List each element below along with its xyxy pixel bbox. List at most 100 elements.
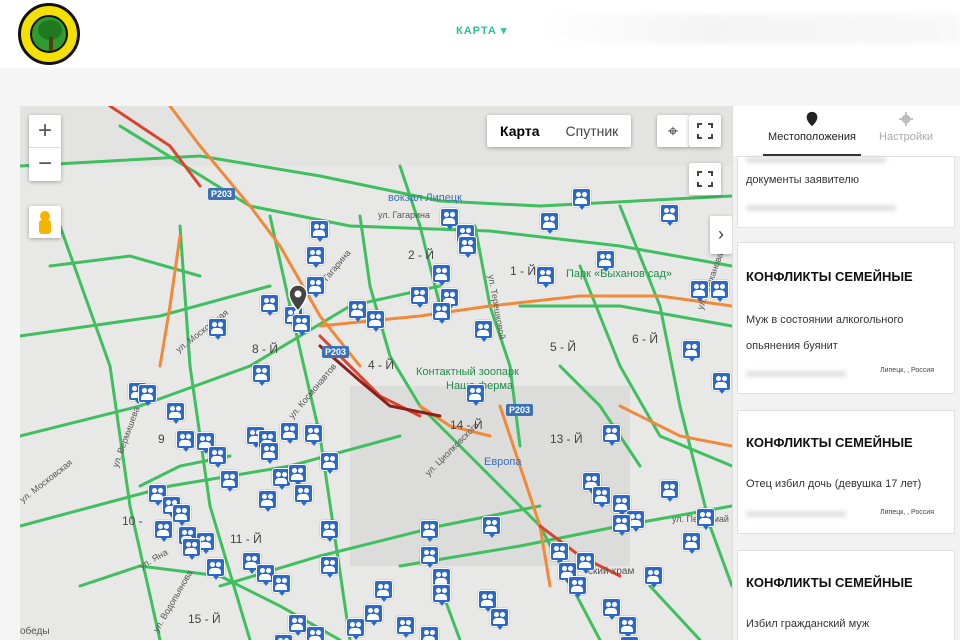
family-marker-icon[interactable] [712, 372, 731, 394]
family-marker-icon[interactable] [474, 320, 493, 342]
family-marker-icon[interactable] [206, 558, 225, 580]
family-marker-icon[interactable] [596, 250, 615, 272]
incident-card-address: Липецк, , Россия [880, 509, 934, 516]
nav-map-menu[interactable]: КАРТА ▾ [456, 24, 507, 37]
family-marker-icon[interactable] [420, 520, 439, 542]
family-marker-icon[interactable] [660, 480, 679, 502]
zoom-in-button[interactable]: + [29, 115, 61, 148]
family-marker-icon[interactable] [272, 574, 291, 596]
family-marker-icon[interactable] [346, 618, 365, 640]
family-marker-icon[interactable] [482, 516, 501, 538]
crosshair-icon[interactable]: ⌖ [657, 115, 689, 147]
map-label-district: 1 - Й [510, 264, 536, 278]
family-marker-icon[interactable] [396, 616, 415, 638]
zoom-out-button[interactable]: − [29, 148, 61, 181]
incident-card-address: Липецк, , Россия [880, 367, 934, 374]
family-marker-icon[interactable] [252, 364, 271, 386]
tab-locations[interactable]: Местоположения [763, 106, 861, 156]
map-type-satellite-button[interactable]: Спутник [553, 115, 632, 147]
family-marker-icon[interactable] [576, 552, 595, 574]
incident-card[interactable]: КОНФЛИКТЫ СЕМЕЙНЫЕ Избил гражданский муж [737, 550, 955, 640]
family-marker-icon[interactable] [696, 508, 715, 530]
family-marker-icon[interactable] [220, 470, 239, 492]
map-label-district: 10 - [122, 514, 143, 528]
family-marker-icon[interactable] [466, 384, 485, 406]
family-marker-icon[interactable] [306, 246, 325, 268]
family-marker-icon[interactable] [550, 542, 569, 564]
pegman-icon[interactable] [29, 206, 61, 238]
family-marker-icon[interactable] [306, 276, 325, 298]
incident-card-title: КОНФЛИКТЫ СЕМЕЙНЫЕ [746, 269, 913, 284]
family-marker-icon[interactable] [540, 212, 559, 234]
tab-settings[interactable]: Настройки [871, 106, 941, 156]
family-marker-icon[interactable] [690, 280, 709, 302]
family-marker-icon[interactable] [420, 546, 439, 568]
family-marker-icon[interactable] [364, 604, 383, 626]
map-pin-icon [806, 111, 818, 127]
blurred-text [746, 371, 846, 377]
blurred-nav [540, 14, 960, 44]
family-marker-icon[interactable] [682, 532, 701, 554]
family-marker-icon[interactable] [592, 486, 611, 508]
family-marker-icon[interactable] [432, 584, 451, 606]
family-marker-icon[interactable] [280, 422, 299, 444]
family-marker-icon[interactable] [310, 220, 329, 242]
family-marker-icon[interactable] [166, 402, 185, 424]
incident-card[interactable]: КОНФЛИКТЫ СЕМЕЙНЫЕ Отец избил дочь (деву… [737, 410, 955, 534]
family-marker-icon[interactable] [176, 430, 195, 452]
logo[interactable] [18, 3, 80, 65]
family-marker-icon[interactable] [294, 484, 313, 506]
family-marker-icon[interactable] [154, 520, 173, 542]
family-marker-icon[interactable] [620, 636, 639, 640]
family-marker-icon[interactable] [274, 634, 293, 640]
family-marker-icon[interactable] [320, 452, 339, 474]
map-label-district: 5 - Й [550, 340, 576, 354]
family-marker-icon[interactable] [260, 442, 279, 464]
family-marker-icon[interactable] [660, 204, 679, 226]
family-marker-icon[interactable] [432, 302, 451, 324]
family-marker-icon[interactable] [306, 626, 325, 640]
family-marker-icon[interactable] [320, 520, 339, 542]
family-marker-icon[interactable] [618, 616, 637, 638]
family-marker-icon[interactable] [568, 576, 587, 598]
family-marker-icon[interactable] [208, 318, 227, 340]
family-marker-icon[interactable] [458, 236, 477, 258]
family-marker-icon[interactable] [182, 538, 201, 560]
family-marker-icon[interactable] [490, 608, 509, 630]
family-marker-icon[interactable] [292, 314, 311, 336]
family-marker-icon[interactable] [612, 514, 631, 536]
tab-settings-label: Настройки [879, 131, 933, 143]
map-label-district: 9 [158, 432, 165, 446]
map-type-map-button[interactable]: Карта [487, 115, 553, 147]
family-marker-icon[interactable] [420, 626, 439, 640]
family-marker-icon[interactable] [208, 446, 227, 468]
incident-card[interactable]: КОНФЛИКТЫ СЕМЕЙНЫЕ Муж в состоянии алког… [737, 242, 955, 394]
family-marker-icon[interactable] [304, 424, 323, 446]
family-marker-icon[interactable] [710, 280, 729, 302]
fullscreen-icon[interactable] [689, 115, 721, 147]
map[interactable]: P203 P203 P203 вокзал Липецк ул. Гагарин… [20, 106, 732, 640]
blurred-text [746, 157, 886, 163]
family-marker-icon[interactable] [258, 490, 277, 512]
family-marker-icon[interactable] [536, 266, 555, 288]
chevron-right-icon[interactable]: › [710, 216, 732, 254]
family-marker-icon[interactable] [572, 188, 591, 210]
family-marker-icon[interactable] [374, 580, 393, 602]
family-marker-icon[interactable] [366, 310, 385, 332]
family-marker-icon[interactable] [432, 264, 451, 286]
family-marker-icon[interactable] [172, 504, 191, 526]
family-marker-icon[interactable] [682, 340, 701, 362]
family-marker-icon[interactable] [644, 566, 663, 588]
family-marker-icon[interactable] [288, 464, 307, 486]
fullscreen-icon[interactable] [689, 163, 721, 195]
family-marker-icon[interactable] [320, 556, 339, 578]
incident-card[interactable]: документы заявителю [737, 156, 955, 228]
family-marker-icon[interactable] [410, 286, 429, 308]
map-pin-icon[interactable] [288, 284, 308, 312]
side-panel: Местоположения Настройки документы заяви… [732, 106, 960, 640]
family-marker-icon[interactable] [602, 424, 621, 446]
family-marker-icon[interactable] [138, 384, 157, 406]
family-marker-icon[interactable] [348, 300, 367, 322]
family-marker-icon[interactable] [260, 294, 279, 316]
family-marker-icon[interactable] [288, 614, 307, 636]
